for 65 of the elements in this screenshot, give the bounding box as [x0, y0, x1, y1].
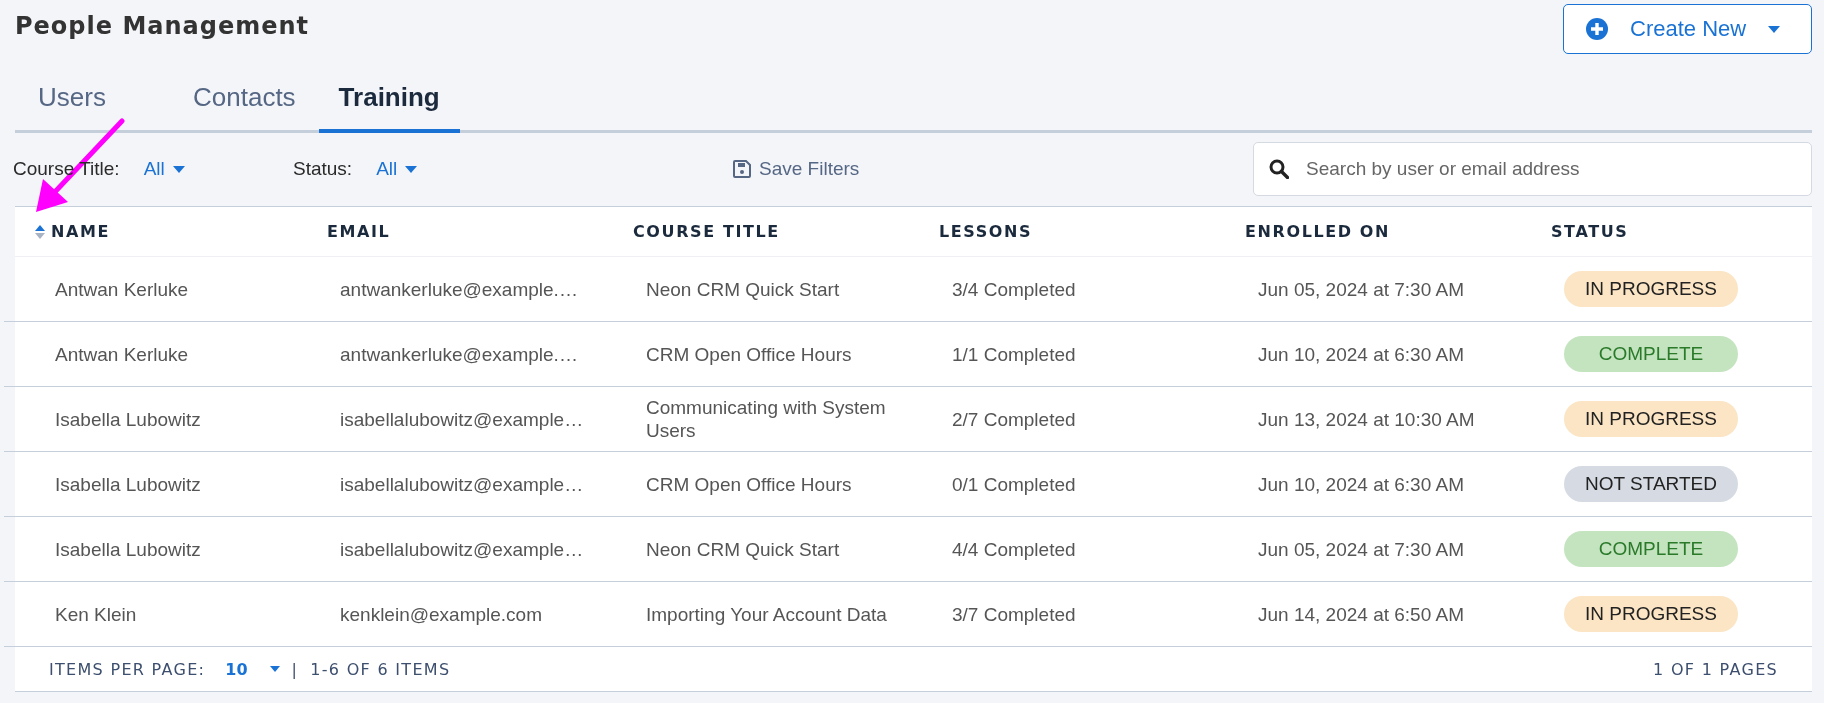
table-cell-text: Neon CRM Quick Start: [646, 537, 841, 561]
table-cell-text: 2/7 Completed: [952, 407, 1077, 431]
table-cell-text: Antwan Kerluke: [55, 342, 190, 366]
table-cell-text: Antwan Kerluke: [55, 277, 190, 301]
column-header[interactable]: EMAIL: [327, 222, 391, 241]
column-header[interactable]: LESSONS: [939, 222, 1033, 241]
plus-circle-icon: [1586, 18, 1608, 40]
filter-label: Course Title:: [13, 158, 120, 180]
caret-icon: [269, 666, 280, 672]
table-cell-text: Jun 14, 2024 at 6:50 AM: [1258, 602, 1465, 626]
table-cell-text: Jun 05, 2024 at 7:30 AM: [1258, 277, 1465, 301]
status-badge: COMPLETE: [1564, 336, 1738, 372]
status-badge: IN PROGRESS: [1564, 271, 1738, 307]
table-cell-text: Isabella Lubowitz: [55, 537, 202, 561]
table-cell-text: CRM Open Office Hours: [646, 342, 853, 366]
page-title: People Management: [15, 12, 310, 40]
table-cell-text: Jun 10, 2024 at 6:30 AM: [1258, 472, 1465, 496]
table-cell-text: CRM Open Office Hours: [646, 472, 853, 496]
filter-label: Status:: [293, 158, 353, 180]
caret-icon: [405, 165, 418, 173]
tab[interactable]: Contacts: [170, 66, 319, 133]
table-cell-text: Communicating with System Users: [646, 396, 887, 442]
page-count: 1 OF 1 PAGES: [1653, 659, 1778, 679]
table-cell-text: antwankerluke@example.…: [340, 342, 579, 366]
table-cell-text: 0/1 Completed: [952, 472, 1077, 496]
separator: |: [291, 659, 299, 679]
table-cell-text: Ken Klein: [55, 602, 138, 626]
items-per-page-label: ITEMS PER PAGE:: [49, 659, 206, 679]
column-header[interactable]: NAME: [51, 222, 111, 241]
tab[interactable]: Training: [318, 66, 460, 133]
status-badge: IN PROGRESS: [1564, 596, 1738, 632]
column-header[interactable]: STATUS: [1551, 222, 1629, 241]
search-field[interactable]: Search by user or email address: [1253, 142, 1812, 196]
items-per-page-dropdown[interactable]: 10: [217, 659, 280, 679]
caret-icon: [172, 165, 185, 173]
table-cell-text: 4/4 Completed: [952, 537, 1077, 561]
sort-icon[interactable]: [35, 224, 45, 239]
table-cell-text: Jun 13, 2024 at 10:30 AM: [1258, 407, 1476, 431]
table-cell-text: isabellalubowitz@example…: [340, 537, 585, 561]
table-cell-text: 1/1 Completed: [952, 342, 1077, 366]
tab[interactable]: Users: [15, 66, 170, 133]
save-filters-button[interactable]: Save Filters: [733, 158, 1253, 180]
table-cell-text: Jun 10, 2024 at 6:30 AM: [1258, 342, 1465, 366]
table-cell-text: Neon CRM Quick Start: [646, 277, 841, 301]
status-badge: IN PROGRESS: [1564, 401, 1738, 437]
table-cell-text: isabellalubowitz@example…: [340, 407, 585, 431]
table-cell-text: 3/4 Completed: [952, 277, 1077, 301]
caret-icon: [1768, 25, 1781, 33]
table-cell-text: 3/7 Completed: [952, 602, 1077, 626]
status-badge: NOT STARTED: [1564, 466, 1738, 502]
table-cell-text: isabellalubowitz@example…: [340, 472, 585, 496]
column-header[interactable]: ENROLLED ON: [1245, 222, 1390, 241]
table-cell-text: kenklein@example.com: [340, 602, 543, 626]
table-cell-text: Isabella Lubowitz: [55, 407, 202, 431]
table-cell-text: Importing Your Account Data: [646, 602, 888, 626]
filter-dropdown[interactable]: All: [376, 158, 418, 180]
create-new-button[interactable]: Create New: [1563, 4, 1812, 54]
table-cell-text: Jun 05, 2024 at 7:30 AM: [1258, 537, 1465, 561]
filter-dropdown[interactable]: All: [143, 158, 185, 180]
search-icon: [1269, 159, 1289, 179]
status-badge: COMPLETE: [1564, 531, 1738, 567]
table-cell-text: antwankerluke@example.…: [340, 277, 579, 301]
column-header[interactable]: COURSE TITLE: [633, 222, 780, 241]
table-cell-text: Isabella Lubowitz: [55, 472, 202, 496]
item-range: 1-6 OF 6 ITEMS: [310, 659, 451, 679]
